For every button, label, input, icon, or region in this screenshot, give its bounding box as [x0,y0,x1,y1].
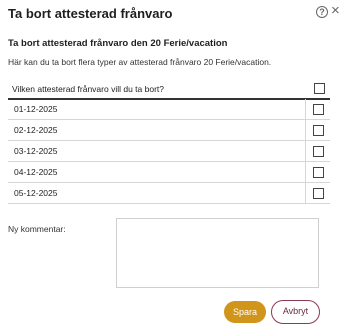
close-icon[interactable]: × [331,3,340,19]
comment-label: Ny kommentar: [8,224,66,234]
date-checkbox[interactable] [312,166,324,178]
date-label: 04-12-2025 [8,161,306,183]
table-row: 02-12-2025 [8,119,330,141]
table-row: 01-12-2025 [8,99,330,120]
date-checkbox[interactable] [312,103,324,115]
section-heading: Ta bort attesterad frånvaro den 20 Ferie… [8,38,228,49]
date-label: 03-12-2025 [8,140,306,162]
table-row: 04-12-2025 [8,161,330,183]
select-all-checkbox[interactable] [314,83,325,94]
dialog-title: Ta bort attesterad frånvaro [8,6,173,21]
date-table: 01-12-2025 02-12-2025 03-12-2025 04-12-2… [8,99,330,204]
cancel-button[interactable]: Avbryt [271,300,320,324]
help-icon[interactable]: ? [316,6,328,18]
date-checkbox[interactable] [312,187,324,199]
table-row: 05-12-2025 [8,182,330,204]
date-label: 05-12-2025 [8,182,306,204]
date-label: 02-12-2025 [8,119,306,141]
section-description: Här kan du ta bort flera typer av attest… [8,57,272,67]
date-checkbox[interactable] [312,145,324,157]
select-question: Vilken attesterad frånvaro vill du ta bo… [12,84,164,94]
comment-field[interactable] [116,218,319,288]
date-checkbox[interactable] [312,124,324,136]
table-row: 03-12-2025 [8,140,330,162]
save-button[interactable]: Spara [224,301,266,323]
date-label: 01-12-2025 [8,99,306,120]
